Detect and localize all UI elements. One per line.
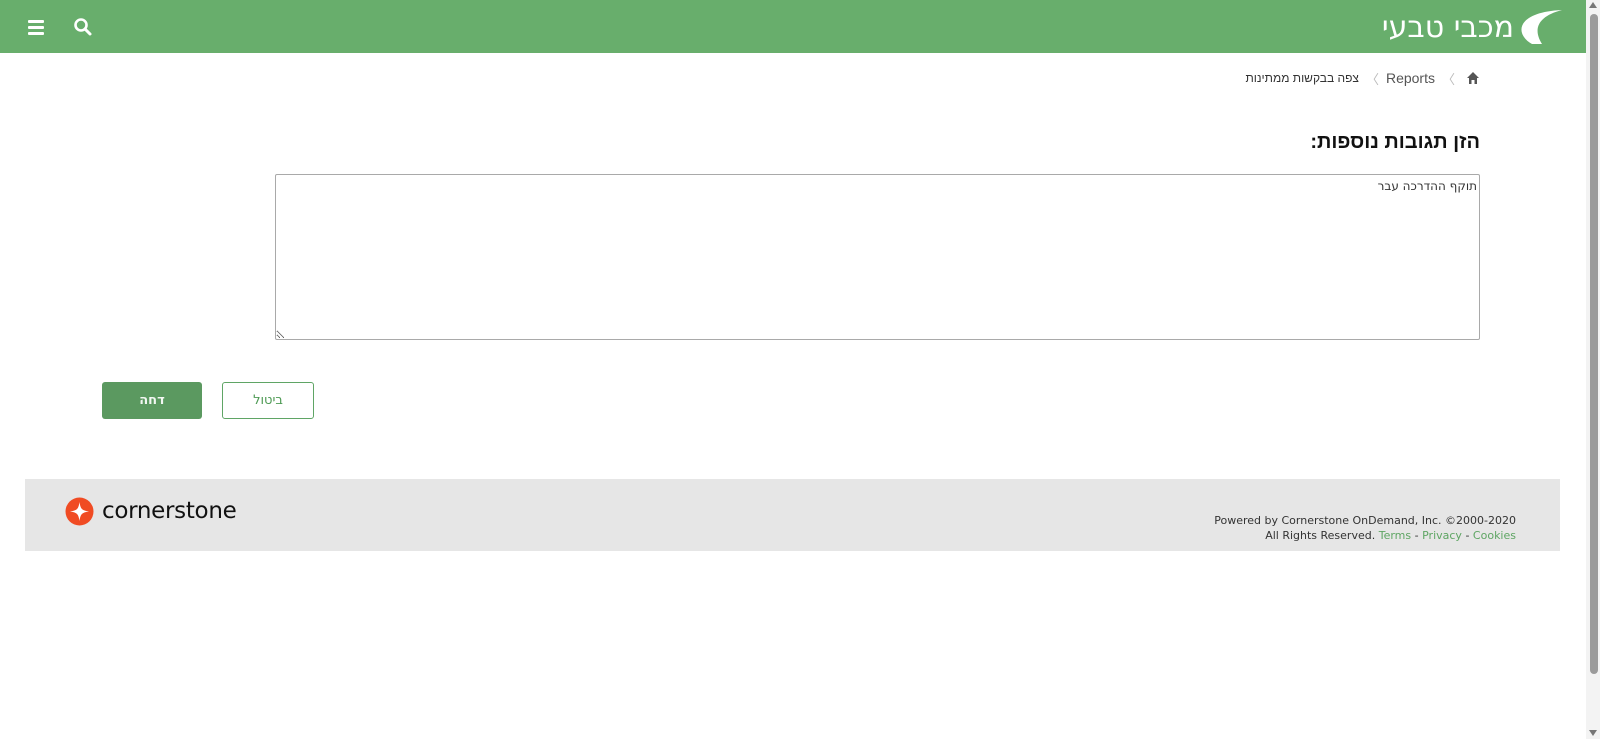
scrollbar-thumb[interactable] bbox=[1590, 14, 1598, 674]
breadcrumb-separator: 〈 bbox=[1365, 71, 1379, 87]
brand-name-text: מכבי טבעי bbox=[1382, 10, 1514, 45]
vertical-scrollbar[interactable] bbox=[1586, 0, 1600, 739]
rights-text: All Rights Reserved. bbox=[1265, 529, 1376, 542]
breadcrumb: 〈 Reports 〈 צפה בבקשות ממתינות bbox=[1245, 68, 1480, 88]
comments-textarea[interactable]: תוקף ההדרכה עבר bbox=[275, 174, 1480, 340]
scroll-down-arrow-icon[interactable] bbox=[1589, 730, 1597, 736]
cornerstone-logo[interactable]: cornerstone bbox=[65, 496, 237, 526]
comments-title: הזן תגובות נוספות: bbox=[1310, 131, 1480, 153]
cornerstone-mark-icon bbox=[65, 497, 94, 525]
hamburger-menu-icon[interactable] bbox=[26, 17, 48, 37]
search-icon[interactable] bbox=[72, 16, 94, 38]
breadcrumb-current-page: צפה בבקשות ממתינות bbox=[1245, 71, 1359, 85]
cornerstone-wordmark: cornerstone bbox=[102, 498, 237, 524]
maccabi-logo[interactable]: מכבי טבעי bbox=[1364, 4, 1564, 48]
footer-copyright: Powered by Cornerstone OnDemand, Inc. ©2… bbox=[1214, 513, 1516, 543]
reject-button[interactable]: דחה bbox=[102, 382, 202, 419]
footer: cornerstone Powered by Cornerstone OnDem… bbox=[25, 479, 1560, 551]
scroll-up-arrow-icon[interactable] bbox=[1589, 2, 1597, 8]
powered-by-text: Powered by Cornerstone OnDemand, Inc. ©2… bbox=[1214, 514, 1516, 527]
home-icon[interactable] bbox=[1466, 71, 1480, 85]
footer-separator: - bbox=[1414, 529, 1419, 542]
breadcrumb-reports-link[interactable]: Reports bbox=[1386, 70, 1435, 86]
terms-link[interactable]: Terms bbox=[1379, 529, 1411, 542]
cookies-link[interactable]: Cookies bbox=[1473, 529, 1516, 542]
footer-separator: - bbox=[1465, 529, 1470, 542]
page: מכבי טבעי 〈 Reports 〈 צפה בבקשות ממתינות… bbox=[0, 0, 1600, 739]
breadcrumb-separator: 〈 bbox=[1441, 71, 1455, 87]
footer-rights-line: All Rights Reserved. Terms - Privacy - C… bbox=[1214, 528, 1516, 543]
privacy-link[interactable]: Privacy bbox=[1422, 529, 1462, 542]
cancel-button[interactable]: ביטול bbox=[222, 382, 314, 419]
top-header: מכבי טבעי bbox=[0, 0, 1586, 53]
